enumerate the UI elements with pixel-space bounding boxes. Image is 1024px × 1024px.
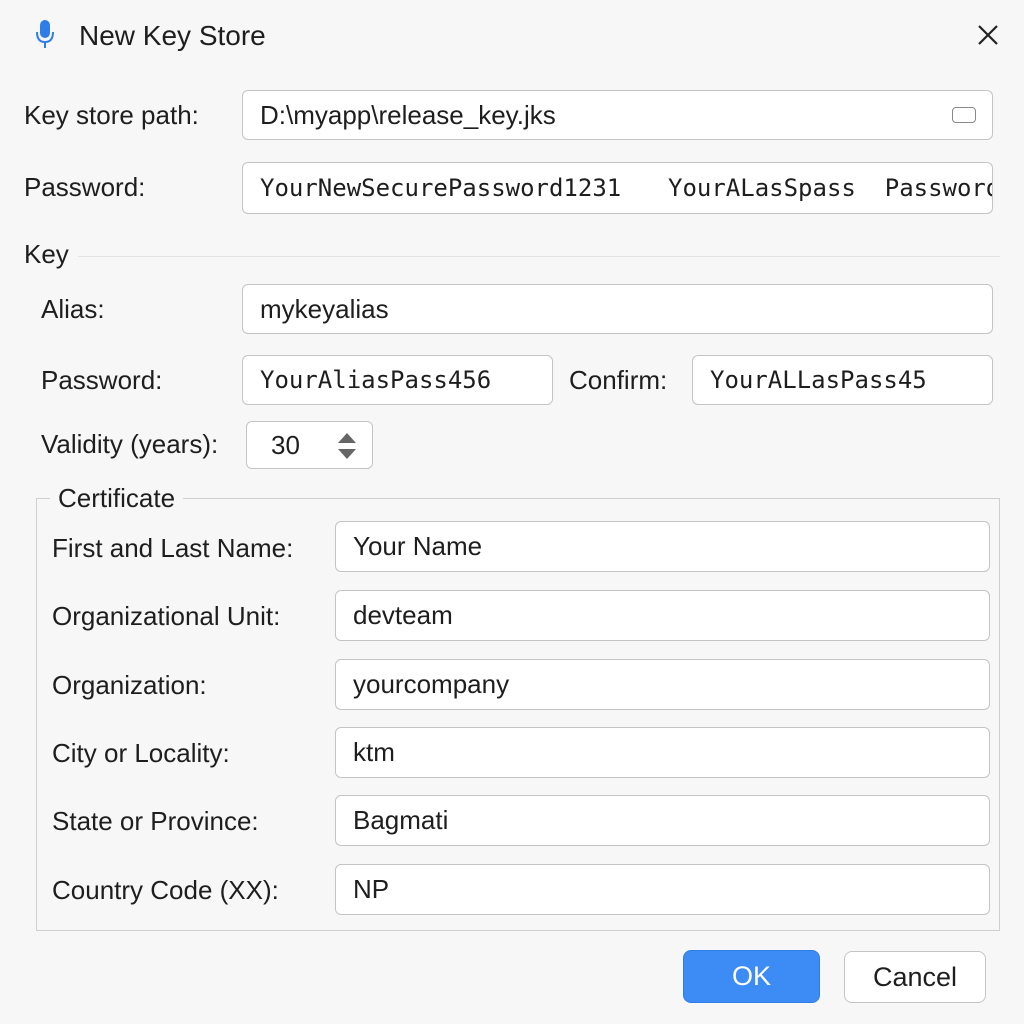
cert-country-label: Country Code (XX): (52, 875, 279, 905)
cert-org-unit-label: Organizational Unit: (52, 601, 281, 631)
confirm-password-input[interactable]: YourALLasPass45 (692, 355, 993, 405)
keystore-path-label: Key store path: (24, 100, 199, 130)
cert-name-label: First and Last Name: (52, 533, 294, 563)
validity-value: 30 (271, 429, 300, 460)
cert-country-input[interactable]: NP (335, 864, 990, 915)
alias-value: mykeyalias (260, 293, 389, 324)
key-password-value: YourAliasPass456 (260, 366, 492, 394)
cert-name-value: Your Name (353, 531, 483, 561)
folder-icon[interactable] (952, 107, 976, 123)
keystore-path-input[interactable]: D:\myapp\release_key.jks (242, 90, 993, 140)
cert-city-value: ktm (353, 737, 395, 767)
key-password-label: Password: (41, 365, 163, 395)
key-password-input[interactable]: YourAliasPass456 (242, 355, 553, 405)
microphone-icon (34, 18, 56, 50)
keystore-password-extra: YourALasSpass Password (668, 174, 993, 202)
alias-label: Alias: (41, 294, 105, 324)
cancel-button[interactable]: Cancel (844, 951, 986, 1003)
cert-city-input[interactable]: ktm (335, 727, 990, 778)
close-icon[interactable] (975, 22, 1001, 48)
cert-city-label: City or Locality: (52, 738, 230, 768)
keystore-path-value: D:\myapp\release_key.jks (260, 99, 556, 130)
dialog-title: New Key Store (79, 20, 266, 51)
cert-org-unit-input[interactable]: devteam (335, 590, 990, 641)
validity-spinner[interactable]: 30 (246, 421, 373, 469)
validity-label: Validity (years): (41, 429, 219, 459)
cert-org-value: yourcompany (353, 669, 510, 699)
key-section-label: Key (24, 239, 69, 269)
key-section-divider (78, 256, 1000, 257)
confirm-label: Confirm: (569, 365, 668, 395)
keystore-password-input[interactable]: YourNewSecurePassword1231 YourALasSpass … (242, 162, 993, 214)
cert-state-value: Bagmati (353, 805, 449, 835)
cert-org-input[interactable]: yourcompany (335, 659, 990, 710)
cert-org-unit-value: devteam (353, 600, 453, 630)
certificate-legend: Certificate (50, 485, 184, 511)
spinner-arrows-icon[interactable] (336, 431, 358, 461)
alias-input[interactable]: mykeyalias (242, 284, 993, 334)
confirm-password-value: YourALLasPass45 (710, 366, 927, 394)
cert-org-label: Organization: (52, 670, 207, 700)
cert-state-label: State or Province: (52, 806, 259, 836)
cert-name-input[interactable]: Your Name (335, 521, 990, 572)
cert-state-input[interactable]: Bagmati (335, 795, 990, 846)
ok-button[interactable]: OK (683, 950, 820, 1003)
keystore-password-value: YourNewSecurePassword1231 (260, 174, 622, 202)
keystore-password-label: Password: (24, 172, 146, 202)
cert-country-value: NP (353, 874, 390, 904)
